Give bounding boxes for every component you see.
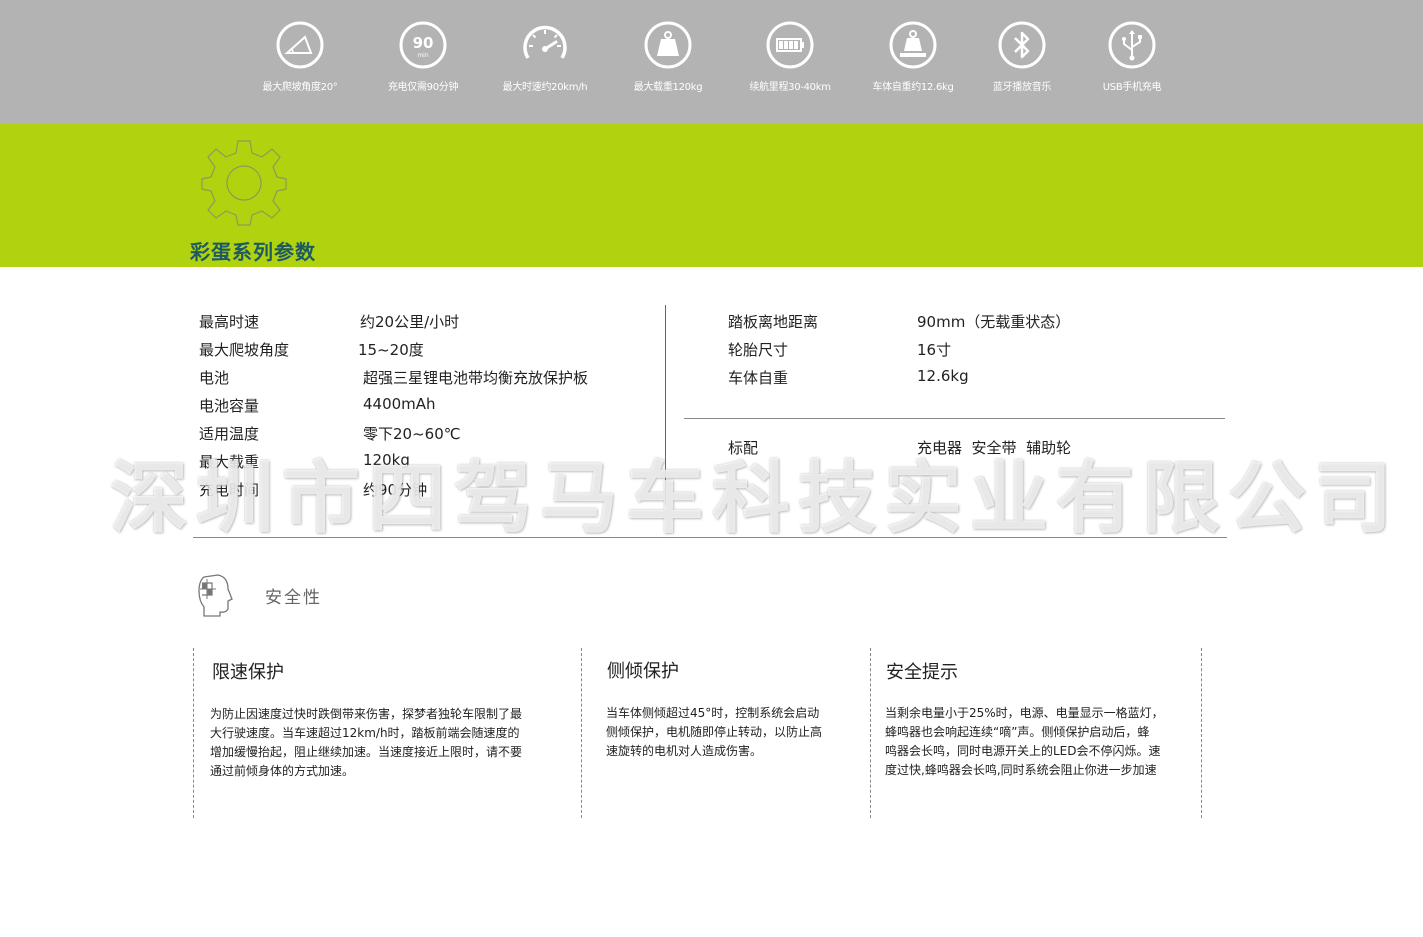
divider-line: [193, 537, 1227, 538]
speed-limit-text: 为防止因速度过快时跌倒带来伤害，探梦者独轮车限制了最 大行驶速度。当车速超过12…: [210, 705, 522, 781]
safety-title: 安全性: [265, 588, 322, 608]
feature-max-load: 最大载重120kg: [603, 20, 733, 93]
usb-icon: [1108, 21, 1156, 69]
bluetooth-icon: [998, 21, 1046, 69]
head-profile-icon: [198, 574, 233, 617]
spec-label: 最大载重: [199, 453, 260, 471]
spec-label: 轮胎尺寸: [728, 341, 789, 359]
feature-range: 续航里程30-40km: [725, 20, 855, 93]
column-border: [1201, 648, 1202, 818]
column-border: [193, 648, 194, 818]
column-border: [870, 648, 871, 818]
text-line: 为防止因速度过快时跌倒带来伤害，探梦者独轮车限制了最: [210, 707, 523, 721]
safety-tips-title: 安全提示: [886, 662, 958, 683]
text-line: 当剩余电量小于25%时，电源、电量显示一格蓝灯，: [885, 706, 1164, 720]
spec-value: 12.6kg: [917, 367, 969, 385]
gear-icon: [201, 140, 287, 226]
tilt-protection-title: 侧倾保护: [607, 661, 679, 682]
spec-value: 120kg: [363, 451, 410, 469]
spec-value: 16寸: [917, 341, 952, 359]
battery-icon: [766, 21, 814, 69]
accessories-label: 标配: [728, 439, 759, 457]
spec-label: 电池容量: [199, 397, 260, 415]
feature-label: 充电仅需90分钟: [387, 82, 459, 93]
spec-label: 充电时间: [199, 481, 260, 499]
spec-label: 最高时速: [199, 313, 260, 331]
feature-label: 最大时速约20km/h: [502, 82, 588, 93]
spec-label: 电池: [199, 369, 230, 387]
accessories-value: 充电器 安全带 辅助轮: [917, 439, 1072, 457]
text-line: 蜂鸣器也会响起连续“嘀”声。侧倾保护启动后，蜂: [885, 725, 1150, 739]
speed-limit-title: 限速保护: [212, 662, 284, 683]
spec-value: 约90分钟: [363, 481, 428, 499]
timer-number: 90: [413, 34, 434, 52]
feature-usb: USB手机充电: [1067, 20, 1197, 93]
spec-value: 零下20~60℃: [363, 425, 461, 443]
divider-line: [684, 418, 1225, 419]
text-line: 通过前倾身体的方式加速。: [210, 764, 355, 778]
slope-icon: [276, 21, 324, 69]
spec-label: 最大爬坡角度: [199, 341, 290, 359]
scale-weight-icon: [889, 21, 937, 69]
column-border: [581, 648, 582, 818]
weight-icon: [644, 21, 692, 69]
text-line: 增加缓慢抬起，阻止继续加速。当速度接近上限时，请不要: [210, 745, 523, 759]
tilt-protection-text: 当车体侧倾超过45°时，控制系统会启动 侧倾保护，电机随即停止转动，以防止高 速…: [606, 704, 822, 761]
feature-speed: 最大时速约20km/h: [480, 20, 610, 93]
feature-strip: 最大爬坡角度20° 90 min 充电仅需90分钟 最大时速约20km/h 最大…: [0, 0, 1423, 124]
spec-label: 适用温度: [199, 425, 260, 443]
feature-label: 最大载重120kg: [633, 82, 703, 93]
timer-icon: 90 min: [399, 21, 447, 69]
text-line: 侧倾保护，电机随即停止转动，以防止高: [606, 725, 823, 739]
spec-value: 约20公里/小时: [360, 313, 460, 331]
speedometer-icon: [523, 25, 567, 59]
spec-value: 90mm（无载重状态）: [917, 313, 1071, 331]
feature-label: 最大爬坡角度20°: [262, 82, 338, 93]
safety-tips-text: 当剩余电量小于25%时，电源、电量显示一格蓝灯， 蜂鸣器也会响起连续“嘀”声。侧…: [885, 704, 1164, 780]
spec-value: 15~20度: [358, 341, 424, 359]
text-line: 当车体侧倾超过45°时，控制系统会启动: [606, 706, 820, 720]
spec-value: 4400mAh: [363, 395, 436, 413]
text-line: 速旋转的电机对人造成伤害。: [606, 744, 763, 758]
spec-value: 超强三星锂电池带均衡充放保护板: [363, 369, 589, 387]
feature-charge-time: 90 min 充电仅需90分钟: [358, 20, 488, 93]
text-line: 鸣器会长鸣，同时电源开关上的LED会不停闪烁。速: [885, 744, 1161, 758]
spec-label: 车体自重: [728, 369, 789, 387]
text-line: 大行驶速度。当车速超过12km/h时，踏板前端会随速度的: [210, 726, 520, 740]
column-divider: [665, 305, 666, 505]
company-watermark: 深圳市四驾马车科技实业有限公司: [110, 454, 1401, 544]
section-title: 彩蛋系列参数: [190, 240, 316, 264]
text-line: 度过快,蜂鸣器会长鸣,同时系统会阻止你进一步加速: [885, 763, 1157, 777]
spec-label: 踏板离地距离: [728, 313, 819, 331]
feature-climb: 最大爬坡角度20°: [235, 20, 365, 93]
feature-label: USB手机充电: [1102, 82, 1162, 93]
timer-unit: min: [417, 52, 429, 59]
feature-label: 续航里程30-40km: [749, 82, 831, 93]
